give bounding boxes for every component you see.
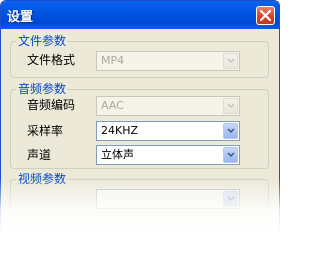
sample-rate-select[interactable]: 24KHZ [96,121,240,141]
channel-label: 声道 [27,148,52,162]
close-icon [260,10,271,21]
audio-codec-dropdown-button[interactable] [223,98,238,114]
file-params-title: 文件参数 [16,34,69,49]
file-format-label: 文件格式 [27,53,76,67]
fade-overlay [0,178,280,270]
sample-rate-dropdown-button[interactable] [223,123,238,139]
close-button[interactable] [256,6,275,25]
chevron-down-icon [227,128,235,134]
sample-rate-label: 采样率 [27,124,64,138]
audio-params-title: 音频参数 [16,82,69,97]
file-format-value: MP4 [101,54,125,67]
chevron-down-icon [227,58,235,64]
chevron-down-icon [227,103,235,109]
channel-dropdown-button[interactable] [223,147,238,163]
audio-codec-label: 音频编码 [27,98,76,112]
audio-codec-value: AAC [101,99,124,112]
file-format-select[interactable]: MP4 [96,51,240,71]
sample-rate-value: 24KHZ [101,124,139,137]
title-bar[interactable]: 设置 [1,1,279,29]
audio-codec-select[interactable]: AAC [96,96,240,116]
file-format-dropdown-button[interactable] [223,53,238,69]
window-title: 设置 [7,10,34,25]
channel-select[interactable]: 立体声 [96,145,240,165]
channel-value: 立体声 [101,148,134,161]
chevron-down-icon [227,152,235,158]
